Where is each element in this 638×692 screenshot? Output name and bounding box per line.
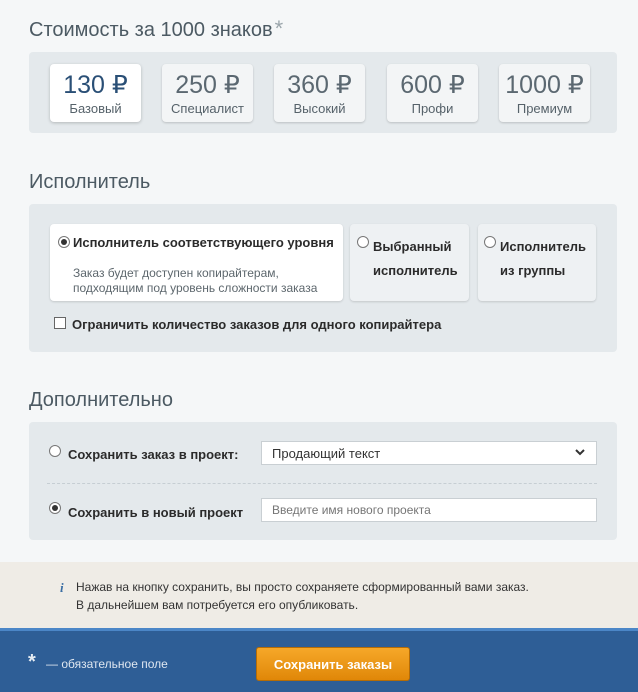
- price-option-basic[interactable]: 130 ₽ Базовый: [50, 64, 141, 122]
- info-line: Нажав на кнопку сохранить, вы просто сох…: [76, 580, 529, 594]
- executor-radio[interactable]: [357, 236, 369, 248]
- executor-option-title: из группы: [500, 263, 566, 278]
- price-option-premium[interactable]: 1000 ₽ Премиум: [499, 64, 590, 122]
- executor-option-matching-level[interactable]: Исполнитель соответствующего уровня Зака…: [50, 224, 343, 301]
- price-options-panel: 130 ₽ Базовый 250 ₽ Специалист 360 ₽ Выс…: [29, 52, 617, 133]
- required-star-icon: *: [274, 16, 284, 41]
- extra-section-title: Дополнительно: [29, 389, 173, 411]
- limit-orders-label[interactable]: Ограничить количество заказов для одного…: [72, 317, 441, 332]
- save-new-project-radio[interactable]: [49, 502, 61, 514]
- price-level-label: Высокий: [293, 101, 346, 116]
- price-value: 360 ₽: [287, 71, 352, 99]
- executor-option-title: Исполнитель соответствующего уровня: [73, 235, 334, 250]
- extra-options-panel: Сохранить заказ в проект: Продающий текс…: [29, 422, 617, 540]
- executor-section-title: Исполнитель: [29, 171, 151, 193]
- price-option-pro[interactable]: 600 ₽ Профи: [387, 64, 478, 122]
- price-value: 1000 ₽: [505, 71, 584, 99]
- project-select[interactable]: Продающий текст: [261, 441, 597, 465]
- price-value: 250 ₽: [175, 71, 240, 99]
- executor-option-group[interactable]: Исполнитель из группы: [478, 224, 596, 301]
- price-section-title-text: Стоимость за 1000 знаков: [29, 19, 273, 41]
- price-level-label: Базовый: [69, 101, 122, 116]
- price-level-label: Специалист: [171, 101, 244, 116]
- executor-radio[interactable]: [484, 236, 496, 248]
- required-field-note: — обязательное поле: [46, 657, 168, 671]
- executor-option-chosen[interactable]: Выбранный исполнитель: [350, 224, 469, 301]
- info-strip: i Нажав на кнопку сохранить, вы просто с…: [0, 562, 638, 628]
- save-orders-button[interactable]: Сохранить заказы: [256, 647, 410, 681]
- price-value: 600 ₽: [400, 71, 465, 99]
- price-level-label: Профи: [411, 101, 454, 116]
- price-option-high[interactable]: 360 ₽ Высокий: [274, 64, 365, 122]
- footer-bar: * — обязательное поле Сохранить заказы: [0, 628, 638, 692]
- price-option-specialist[interactable]: 250 ₽ Специалист: [162, 64, 253, 122]
- chevron-down-icon: [574, 446, 586, 461]
- save-to-project-label[interactable]: Сохранить заказ в проект:: [68, 447, 238, 462]
- info-line: В дальнейшем вам потребуется его опублик…: [76, 598, 359, 612]
- info-text: Нажав на кнопку сохранить, вы просто сох…: [76, 578, 529, 614]
- required-star-icon: *: [28, 651, 36, 673]
- project-select-value: Продающий текст: [272, 446, 381, 461]
- executor-option-title: исполнитель: [373, 263, 458, 278]
- divider: [47, 483, 597, 484]
- price-value: 130 ₽: [63, 71, 128, 99]
- executor-option-title: Выбранный: [373, 239, 452, 254]
- price-section-title: Стоимость за 1000 знаков*: [29, 16, 283, 42]
- price-level-label: Премиум: [516, 101, 573, 116]
- limit-orders-checkbox[interactable]: [54, 317, 66, 329]
- executor-options-panel: Исполнитель соответствующего уровня Зака…: [29, 204, 617, 352]
- executor-option-title: Исполнитель: [500, 239, 586, 254]
- save-new-project-label[interactable]: Сохранить в новый проект: [68, 505, 243, 520]
- info-icon: i: [60, 580, 64, 595]
- save-to-project-radio[interactable]: [49, 445, 61, 457]
- new-project-name-input[interactable]: [261, 498, 597, 522]
- executor-radio[interactable]: [58, 236, 70, 248]
- executor-option-description: Заказ будет доступен копирайтерам, подхо…: [73, 266, 318, 295]
